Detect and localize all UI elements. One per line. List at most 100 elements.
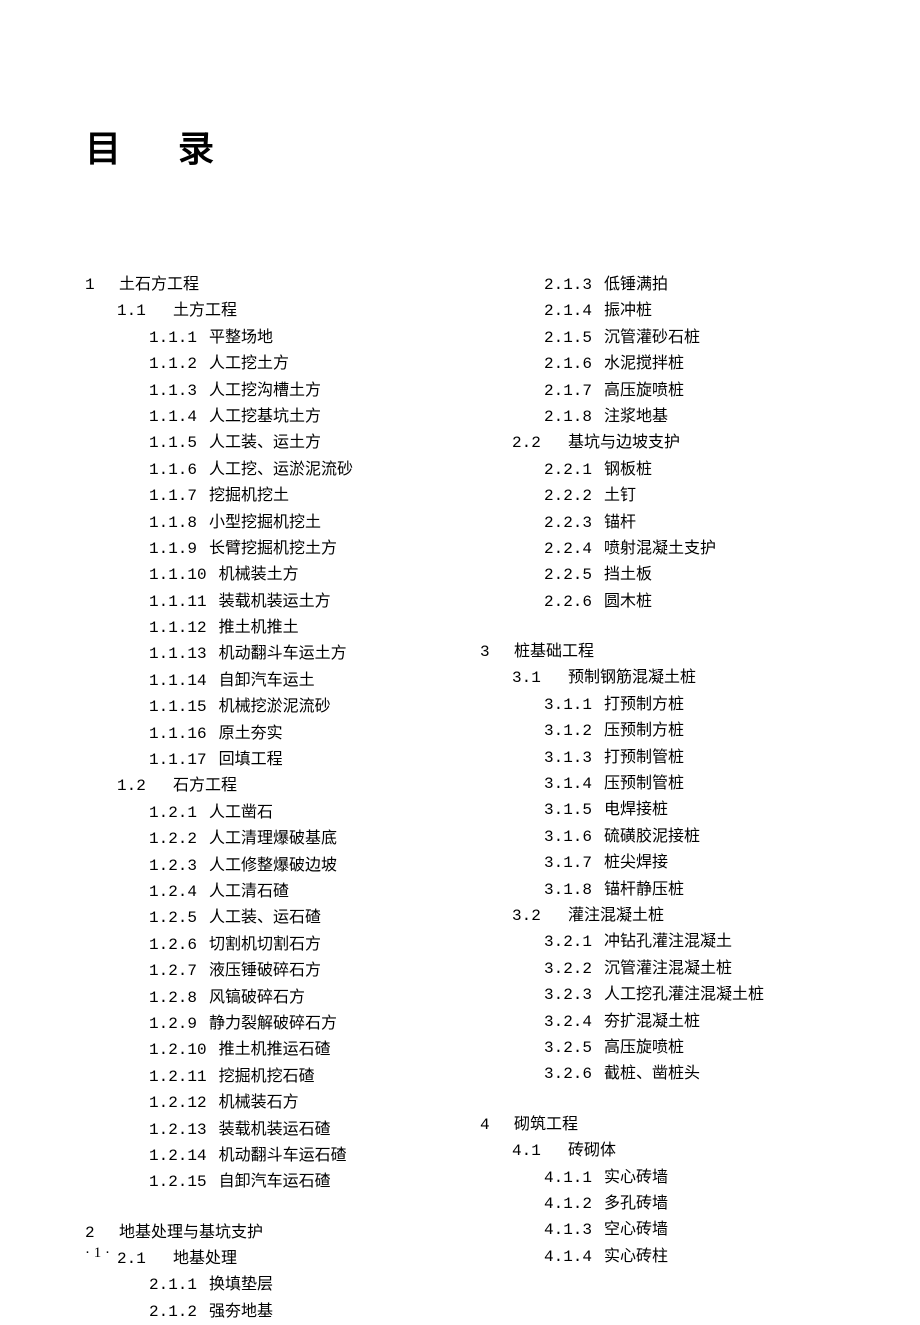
toc-entry-number: 3.2 — [512, 903, 562, 929]
toc-entry-number: 2.1.6 — [544, 351, 592, 377]
toc-entry-number: 2.2.5 — [544, 562, 592, 588]
toc-entry-number: 3.1 — [512, 665, 562, 691]
toc-entry-number: 3.1.8 — [544, 877, 592, 903]
toc-item: 1.1.3人工挖沟槽土方 — [85, 378, 450, 404]
toc-item: 1.1.11装载机装运土方 — [85, 589, 450, 615]
toc-chapter: 2地基处理与基坑支护 — [85, 1220, 450, 1246]
toc-entry-title: 沉管灌注混凝土桩 — [604, 960, 732, 978]
toc-item: 3.2.4 夯扩混凝土桩 — [480, 1009, 845, 1035]
toc-item: 2.1.1换填垫层 — [85, 1272, 450, 1298]
toc-column-right: 2.1.3低锤满拍2.1.4振冲桩2.1.5沉管灌砂石桩2.1.6水泥搅拌桩2.… — [480, 272, 845, 1325]
toc-entry-title: 人工挖土方 — [209, 355, 289, 373]
toc-item: 1.2.3 人工修整爆破边坡 — [85, 853, 450, 879]
toc-entry-title: 挡土板 — [604, 566, 652, 584]
toc-entry-title: 高压旋喷桩 — [604, 382, 684, 400]
toc-entry-title: 桩尖焊接 — [604, 854, 668, 872]
toc-section: 3.2灌注混凝土桩 — [480, 903, 845, 929]
toc-item: 4.1.2多孔砖墙 — [480, 1191, 845, 1217]
toc-entry-title: 硫磺胶泥接桩 — [604, 828, 700, 846]
toc-entry-title: 夯扩混凝土桩 — [604, 1013, 700, 1031]
toc-entry-number: 4.1 — [512, 1138, 562, 1164]
toc-entry-number: 3.2.4 — [544, 1009, 592, 1035]
toc-item: 3.1.8锚杆静压桩 — [480, 877, 845, 903]
toc-entry-title: 强夯地基 — [209, 1303, 273, 1321]
toc-entry-number: 3.1.7 — [544, 850, 592, 876]
toc-entry-number: 2.1.1 — [149, 1272, 197, 1298]
toc-item: 2.1.6水泥搅拌桩 — [480, 351, 845, 377]
toc-item: 2.1.2 强夯地基 — [85, 1299, 450, 1325]
toc-entry-title: 装载机装运土方 — [219, 593, 331, 611]
toc-entry-number: 1.2.11 — [149, 1064, 207, 1090]
toc-item: 1.1.16原土夯实 — [85, 721, 450, 747]
toc-entry-title: 机械挖淤泥流砂 — [219, 698, 331, 716]
toc-entry-number: 2.1.2 — [149, 1299, 197, 1325]
toc-entry-title: 挖掘机挖土 — [209, 487, 289, 505]
toc-item: 2.1.7 高压旋喷桩 — [480, 378, 845, 404]
toc-entry-title: 空心砖墙 — [604, 1221, 668, 1239]
toc-item: 1.2.14机动翻斗车运石碴 — [85, 1143, 450, 1169]
toc-entry-title: 打预制方桩 — [604, 696, 684, 714]
toc-item: 2.1.8 注浆地基 — [480, 404, 845, 430]
toc-entry-number: 2.1.5 — [544, 325, 592, 351]
toc-entry-number: 3.2.1 — [544, 929, 592, 955]
toc-entry-number: 1.1.6 — [149, 457, 197, 483]
toc-entry-title: 实心砖墙 — [604, 1169, 668, 1187]
toc-section: 1.2石方工程 — [85, 773, 450, 799]
toc-entry-title: 打预制管桩 — [604, 749, 684, 767]
toc-item: 2.2.2土钉 — [480, 483, 845, 509]
toc-entry-number: 3 — [480, 639, 508, 665]
toc-chapter: 3桩基础工程 — [480, 639, 845, 665]
toc-entry-title: 风镐破碎石方 — [209, 989, 305, 1007]
toc-entry-number: 1.2.15 — [149, 1169, 207, 1195]
page-number: · 1 · — [85, 1245, 110, 1262]
toc-item: 3.1.1 打预制方桩 — [480, 692, 845, 718]
toc-entry-title: 长臂挖掘机挖土方 — [209, 540, 337, 558]
toc-entry-title: 机械装土方 — [219, 566, 299, 584]
toc-item: 3.1.6 硫磺胶泥接桩 — [480, 824, 845, 850]
toc-entry-number: 2.1.3 — [544, 272, 592, 298]
toc-entry-number: 1.2.3 — [149, 853, 197, 879]
toc-column-left: 1土石方工程1.1土方工程1.1.1平整场地1.1.2人工挖土方1.1.3人工挖… — [85, 272, 450, 1325]
toc-entry-title: 注浆地基 — [604, 408, 668, 426]
toc-entry-title: 机械装石方 — [219, 1094, 299, 1112]
toc-entry-number: 1.1.1 — [149, 325, 197, 351]
toc-entry-title: 压预制管桩 — [604, 775, 684, 793]
toc-entry-title: 地基处理 — [173, 1250, 237, 1268]
toc-entry-number: 3.1.1 — [544, 692, 592, 718]
toc-entry-number: 1.1.4 — [149, 404, 197, 430]
toc-entry-number: 4.1.2 — [544, 1191, 592, 1217]
toc-entry-number: 1.1 — [117, 298, 167, 324]
toc-entry-number: 1.1.13 — [149, 641, 207, 667]
toc-item: 1.1.10机械装土方 — [85, 562, 450, 588]
toc-item: 1.2.8风镐破碎石方 — [85, 985, 450, 1011]
toc-item: 2.2.3锚杆 — [480, 510, 845, 536]
toc-entry-number: 2 — [85, 1220, 113, 1246]
toc-entry-number: 4.1.3 — [544, 1217, 592, 1243]
toc-entry-number: 2.1.7 — [544, 378, 592, 404]
toc-item: 1.1.5人工装、运土方 — [85, 430, 450, 456]
toc-section: 1.1土方工程 — [85, 298, 450, 324]
toc-entry-title: 自卸汽车运石碴 — [219, 1173, 331, 1191]
toc-entry-title: 压预制方桩 — [604, 722, 684, 740]
toc-item: 1.2.5人工装、运石碴 — [85, 905, 450, 931]
toc-entry-title: 实心砖柱 — [604, 1248, 668, 1266]
toc-entry-title: 切割机切割石方 — [209, 936, 321, 954]
toc-entry-title: 砖砌体 — [568, 1142, 616, 1160]
toc-entry-title: 人工装、运石碴 — [209, 909, 321, 927]
toc-entry-title: 人工修整爆破边坡 — [209, 857, 337, 875]
toc-entry-title: 喷射混凝土支护 — [604, 540, 716, 558]
toc-entry-number: 2.2.1 — [544, 457, 592, 483]
toc-entry-title: 推土机推运石碴 — [219, 1041, 331, 1059]
toc-entry-number: 2.1.8 — [544, 404, 592, 430]
toc-entry-title: 人工清石碴 — [209, 883, 289, 901]
toc-entry-number: 4.1.1 — [544, 1165, 592, 1191]
toc-entry-title: 砌筑工程 — [514, 1116, 578, 1134]
toc-item: 2.2.5 挡土板 — [480, 562, 845, 588]
toc-item: 1.2.4人工清石碴 — [85, 879, 450, 905]
toc-entry-number: 3.1.6 — [544, 824, 592, 850]
toc-entry-number: 1.1.7 — [149, 483, 197, 509]
toc-entry-title: 截桩、凿桩头 — [604, 1065, 700, 1083]
toc-entry-title: 机动翻斗车运石碴 — [219, 1147, 347, 1165]
toc-item: 1.1.8小型挖掘机挖土 — [85, 510, 450, 536]
toc-entry-title: 挖掘机挖石碴 — [219, 1068, 315, 1086]
